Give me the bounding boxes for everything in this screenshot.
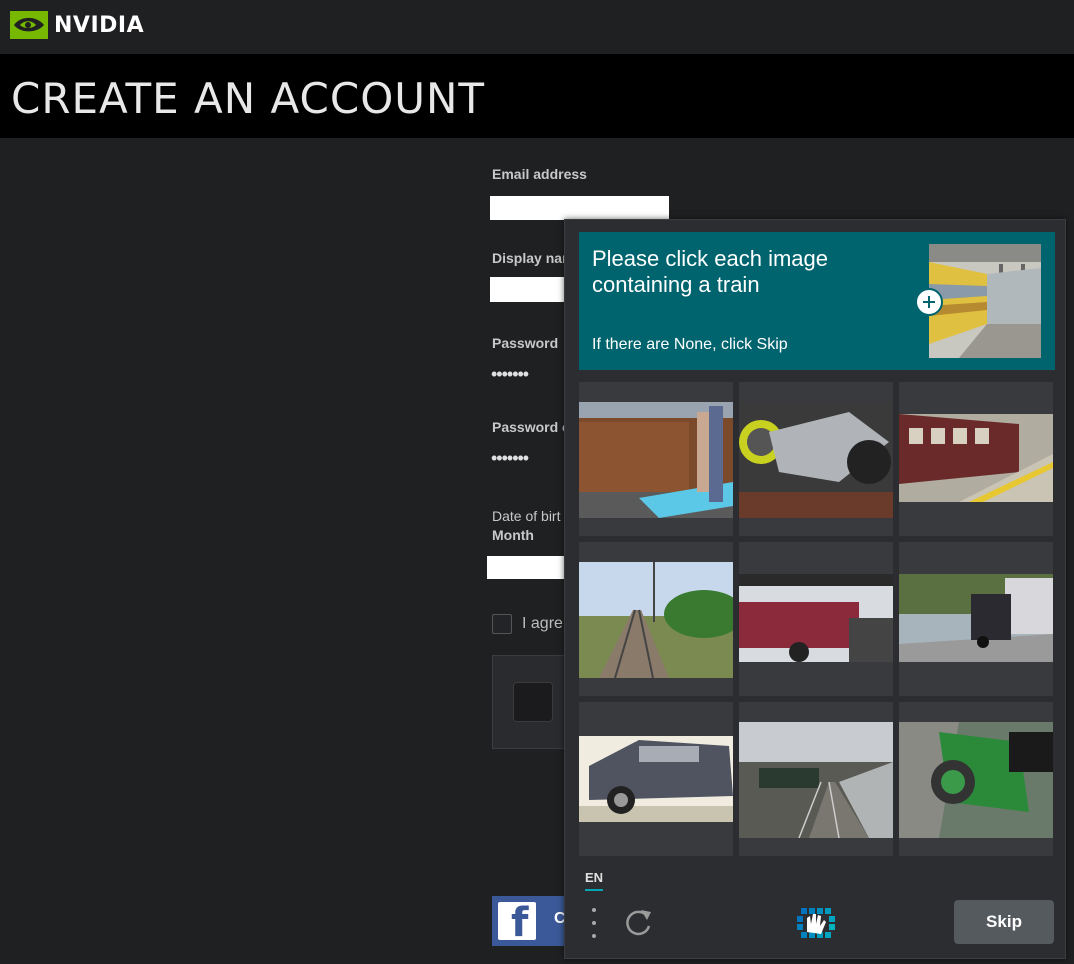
nvidia-logo[interactable]: NVIDIA	[10, 11, 144, 39]
page-title: CREATE AN ACCOUNT	[11, 74, 486, 123]
captcha-tile-9[interactable]	[899, 702, 1053, 856]
captcha-checkbox[interactable]	[513, 682, 553, 722]
email-field[interactable]	[490, 196, 669, 220]
captcha-tile-6[interactable]	[899, 542, 1053, 696]
truck-highway-image	[899, 574, 1053, 662]
captcha-challenge-dialog: Please click each image containing a tra…	[564, 219, 1066, 959]
agree-label: I agre	[522, 615, 563, 632]
page-header: CREATE AN ACCOUNT	[0, 54, 1074, 138]
captcha-tile-8[interactable]	[739, 702, 893, 856]
captcha-tile-3[interactable]	[899, 382, 1053, 536]
refresh-icon[interactable]	[623, 906, 653, 938]
captcha-tile-1[interactable]	[579, 382, 733, 536]
motorcycle-image	[739, 402, 893, 518]
subway-train-image	[899, 414, 1053, 502]
nvidia-eye-icon	[10, 11, 48, 39]
challenge-prompt: Please click each image containing a tra…	[579, 232, 1055, 370]
language-selector[interactable]: EN	[585, 870, 604, 891]
railway-tunnel-image	[739, 722, 893, 838]
truck-street-image	[739, 574, 893, 662]
captcha-tile-2[interactable]	[739, 382, 893, 536]
top-bar: NVIDIA	[0, 0, 1074, 54]
sedan-car-image	[579, 736, 733, 822]
challenge-hint-text: If there are None, click Skip	[592, 336, 788, 353]
display-name-field[interactable]	[490, 277, 564, 302]
password-confirm-label: Password c	[492, 419, 570, 435]
facebook-login-button[interactable]: f C	[492, 896, 572, 946]
green-scooter-image	[899, 722, 1053, 838]
month-select[interactable]	[487, 556, 571, 579]
password-label: Password	[492, 335, 559, 351]
agree-checkbox[interactable]	[492, 614, 512, 634]
display-name-label: Display nar	[492, 250, 568, 266]
example-train-image[interactable]	[929, 244, 1041, 358]
hcaptcha-logo-icon	[797, 908, 835, 938]
expand-example-icon[interactable]	[915, 288, 943, 316]
password-field[interactable]: •••••••	[491, 364, 529, 385]
dob-label: Date of birt	[492, 508, 561, 524]
facebook-icon: f	[498, 900, 536, 946]
email-label: Email address	[492, 166, 587, 182]
password-confirm-field[interactable]: •••••••	[491, 448, 529, 469]
month-label: Month	[492, 527, 534, 543]
captcha-tile-5[interactable]	[739, 542, 893, 696]
captcha-tile-7[interactable]	[579, 702, 733, 856]
skip-button[interactable]: Skip	[954, 900, 1054, 944]
railway-tracks-image	[579, 562, 733, 678]
menu-icon[interactable]	[589, 908, 599, 938]
freight-train-image	[579, 402, 733, 518]
captcha-widget	[492, 655, 572, 749]
brand-name: NVIDIA	[54, 12, 145, 38]
captcha-tile-4[interactable]	[579, 542, 733, 696]
challenge-prompt-text: Please click each image containing a tra…	[592, 246, 829, 297]
